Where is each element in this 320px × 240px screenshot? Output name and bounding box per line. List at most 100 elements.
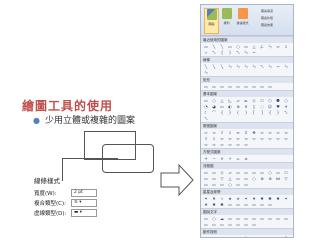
- shape-option-icon[interactable]: ㄣ: [251, 64, 257, 69]
- shape-option-icon[interactable]: ▽: [283, 176, 289, 181]
- shape-option-icon[interactable]: ▭: [243, 170, 249, 175]
- shape-option-icon[interactable]: ▭: [227, 216, 233, 221]
- shape-option-icon[interactable]: ✶: [283, 196, 289, 201]
- shape-option-icon[interactable]: ⊕: [235, 104, 241, 109]
- shape-option-icon[interactable]: ✷: [203, 202, 209, 207]
- shape-option-icon[interactable]: ⏮: [219, 236, 225, 237]
- shape-option-icon[interactable]: ☺: [267, 104, 273, 109]
- shape-option-icon[interactable]: ~: [275, 64, 281, 69]
- shape-option-icon[interactable]: ▭: [283, 216, 289, 221]
- shape-option-icon[interactable]: ÷: [227, 156, 233, 161]
- shape-option-icon[interactable]: ⇨: [283, 136, 289, 141]
- shape-option-icon[interactable]: ㄟ: [283, 110, 289, 115]
- shape-option-icon[interactable]: △: [251, 44, 257, 49]
- shape-option-icon[interactable]: ▽: [219, 176, 225, 181]
- shape-option-icon[interactable]: ⌒: [211, 110, 217, 115]
- shape-option-icon[interactable]: {: [219, 110, 225, 115]
- shape-option-icon[interactable]: ◕: [211, 104, 217, 109]
- shape-outline-button[interactable]: 圖案外框: [261, 15, 291, 22]
- shape-option-icon[interactable]: ㄥ: [259, 44, 265, 49]
- shape-option-icon[interactable]: ㄣ: [267, 44, 273, 49]
- shape-option-icon[interactable]: ▭: [227, 84, 233, 89]
- shape-option-icon[interactable]: ⏭: [227, 236, 233, 237]
- shape-option-icon[interactable]: ◌: [259, 104, 265, 109]
- shape-effects-button[interactable]: 圖案效果: [261, 22, 291, 29]
- shape-option-icon[interactable]: ▭: [235, 202, 241, 207]
- shape-option-icon[interactable]: ▭: [251, 202, 257, 207]
- shape-option-icon[interactable]: ╲: [203, 64, 209, 69]
- shape-option-icon[interactable]: ▭: [243, 182, 249, 187]
- shape-option-icon[interactable]: ▭: [235, 222, 241, 227]
- shape-option-icon[interactable]: ☾: [203, 110, 209, 115]
- shape-option-icon[interactable]: ⇨: [275, 136, 281, 141]
- shape-option-icon[interactable]: ▭: [203, 182, 209, 187]
- shape-option-icon[interactable]: ▭: [267, 84, 273, 89]
- shape-option-icon[interactable]: ⌂: [235, 236, 241, 237]
- shape-option-icon[interactable]: ◔: [203, 104, 209, 109]
- shape-option-icon[interactable]: ○: [227, 182, 233, 187]
- shape-option-icon[interactable]: △: [227, 176, 233, 181]
- shape-option-icon[interactable]: ⇨: [235, 136, 241, 141]
- shape-option-icon[interactable]: ✯: [235, 196, 241, 201]
- shape-option-icon[interactable]: ㄣ: [243, 50, 249, 55]
- shape-option-icon[interactable]: ㄣ: [243, 64, 249, 69]
- shape-option-icon[interactable]: ▭: [259, 84, 265, 89]
- shape-option-icon[interactable]: ⇨: [219, 136, 225, 141]
- shape-option-icon[interactable]: ㄣ: [267, 64, 273, 69]
- shape-option-icon[interactable]: ▭: [243, 216, 249, 221]
- shape-option-icon[interactable]: ▭: [203, 44, 209, 49]
- shape-option-icon[interactable]: ㄣ: [283, 64, 289, 69]
- shape-option-icon[interactable]: ㄟ: [211, 50, 217, 55]
- shape-option-icon[interactable]: ): [243, 110, 249, 115]
- shape-option-icon[interactable]: ⇦: [283, 130, 289, 135]
- shape-option-icon[interactable]: ◇: [219, 170, 225, 175]
- shape-option-icon[interactable]: ✸: [275, 196, 281, 201]
- shape-option-icon[interactable]: ▭: [267, 216, 273, 221]
- shape-option-icon[interactable]: ♥: [275, 104, 281, 109]
- shape-option-icon[interactable]: ⊕: [267, 176, 273, 181]
- shape-option-icon[interactable]: ○: [211, 98, 217, 103]
- shape-option-icon[interactable]: ▭: [203, 170, 209, 175]
- shape-option-icon[interactable]: ⇨: [275, 130, 281, 135]
- shape-option-icon[interactable]: ⇨: [275, 44, 281, 49]
- shape-option-icon[interactable]: ▭: [211, 84, 217, 89]
- shape-option-icon[interactable]: {: [267, 110, 273, 115]
- shape-option-icon[interactable]: ○: [283, 98, 289, 103]
- shape-option-icon[interactable]: ✕: [243, 104, 249, 109]
- shape-option-icon[interactable]: ▭: [211, 170, 217, 175]
- shape-option-icon[interactable]: ↩: [251, 236, 257, 237]
- shape-option-icon[interactable]: ▭: [243, 44, 249, 49]
- shape-option-icon[interactable]: ▭: [235, 182, 241, 187]
- shape-option-icon[interactable]: }: [227, 110, 233, 115]
- shape-option-icon[interactable]: ▭: [219, 84, 225, 89]
- shape-option-icon[interactable]: ?: [283, 236, 289, 237]
- shape-option-icon[interactable]: ⋈: [275, 176, 281, 181]
- dash-type-dropdown[interactable]: ▬ ▾: [71, 209, 97, 217]
- shape-option-icon[interactable]: ○: [211, 216, 217, 221]
- shape-option-icon[interactable]: ▯: [251, 104, 257, 109]
- shape-option-icon[interactable]: =: [235, 156, 241, 161]
- shape-option-icon[interactable]: ✷: [211, 196, 217, 201]
- shape-option-icon[interactable]: ⯃: [275, 98, 281, 103]
- shape-option-icon[interactable]: ☀: [283, 104, 289, 109]
- shape-option-icon[interactable]: ⇩: [283, 44, 289, 49]
- shape-option-icon[interactable]: ⬡: [267, 98, 273, 103]
- shape-option-icon[interactable]: ▭: [259, 170, 265, 175]
- shape-option-icon[interactable]: ⇧: [203, 136, 209, 141]
- shapes-button[interactable]: 圖案: [204, 8, 219, 34]
- shape-option-icon[interactable]: ╲: [211, 64, 217, 69]
- shape-option-icon[interactable]: ⬠: [259, 98, 265, 103]
- shape-option-icon[interactable]: ⇩: [211, 136, 217, 141]
- shape-option-icon[interactable]: ▭: [275, 170, 281, 175]
- shape-option-icon[interactable]: ▭: [203, 222, 209, 227]
- shape-option-icon[interactable]: ⇦: [211, 130, 217, 135]
- line-width-field[interactable]: 2 pt: [71, 189, 97, 197]
- shape-option-icon[interactable]: ㄣ: [227, 64, 233, 69]
- shape-option-icon[interactable]: ▭: [227, 222, 233, 227]
- shape-option-icon[interactable]: ▦: [259, 236, 265, 237]
- shape-option-icon[interactable]: ○: [235, 44, 241, 49]
- shape-option-icon[interactable]: ▭: [227, 202, 233, 207]
- shape-option-icon[interactable]: ▭: [275, 216, 281, 221]
- shape-option-icon[interactable]: (: [235, 110, 241, 115]
- shape-option-icon[interactable]: [: [251, 110, 257, 115]
